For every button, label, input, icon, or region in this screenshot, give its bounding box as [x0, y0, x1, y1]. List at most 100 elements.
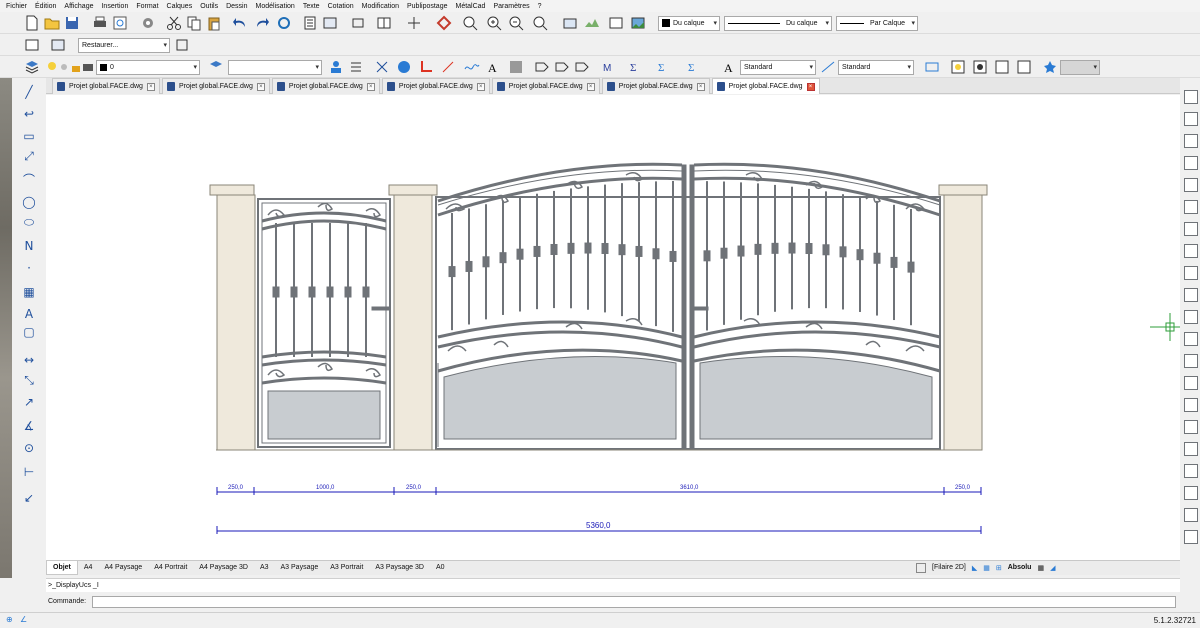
rectangle-icon[interactable]: [924, 59, 940, 75]
doc-tab-3[interactable]: Projet global.FACE.dwg ×: [381, 78, 490, 94]
insert-block-icon[interactable]: ▢: [20, 324, 38, 340]
regen-icon[interactable]: [276, 15, 292, 31]
zoom-out-icon[interactable]: [508, 15, 524, 31]
copy-icon[interactable]: [186, 15, 202, 31]
grid-toggle-icon[interactable]: ▦: [983, 564, 990, 572]
text-style-tool-icon[interactable]: A: [722, 59, 738, 75]
coord-mode[interactable]: Absolu: [1008, 564, 1032, 571]
sum-alt-icon[interactable]: Σ: [656, 59, 672, 75]
grid-icon[interactable]: ▦: [1037, 564, 1044, 572]
layout-tab-8[interactable]: A3 Paysage 3D: [369, 561, 430, 575]
baseline-dim-icon[interactable]: ⊢: [20, 464, 38, 480]
move-icon[interactable]: [1184, 134, 1198, 148]
nurbs-icon[interactable]: N: [20, 238, 38, 254]
color-combo[interactable]: Du calque ▾: [658, 16, 720, 31]
terrain-icon[interactable]: [584, 15, 600, 31]
doc-tab-4[interactable]: Projet global.FACE.dwg ×: [491, 78, 600, 94]
layer-plot-icon[interactable]: [80, 59, 96, 75]
layer-previous-icon[interactable]: [208, 59, 224, 75]
view-restore-icon[interactable]: [50, 37, 66, 53]
layout-tab-4[interactable]: A4 Paysage 3D: [193, 561, 254, 575]
close-icon[interactable]: ×: [586, 82, 595, 91]
copy-tool-icon[interactable]: [1184, 112, 1198, 126]
print-icon[interactable]: [92, 15, 108, 31]
close-icon[interactable]: ×: [366, 82, 375, 91]
offset-icon[interactable]: [1184, 222, 1198, 236]
lineweight-combo[interactable]: Par Calque ▾: [836, 16, 918, 31]
star-icon[interactable]: [1042, 59, 1058, 75]
leader-icon[interactable]: ↙: [20, 490, 38, 506]
drawing-canvas[interactable]: 250,0 1000,0 250,0 3610,0 250,0 5360,0: [46, 95, 1180, 560]
menu-item-13[interactable]: MétalCad: [455, 3, 485, 10]
menu-item-7[interactable]: Dessin: [226, 3, 247, 10]
menu-item-6[interactable]: Outils: [200, 3, 218, 10]
pan-realtime-icon[interactable]: [462, 15, 478, 31]
doc-tab-6[interactable]: Projet global.FACE.dwg ×: [711, 78, 820, 94]
point-icon[interactable]: ·: [20, 260, 38, 276]
menu-item-0[interactable]: Fichier: [6, 3, 27, 10]
gear-icon[interactable]: [140, 15, 156, 31]
linear-dim-icon[interactable]: ↔: [20, 352, 38, 368]
view-manager-icon[interactable]: [24, 37, 40, 53]
rotate-icon[interactable]: [1184, 156, 1198, 170]
circle-icon[interactable]: ◯: [20, 194, 38, 210]
list-icon[interactable]: [348, 59, 364, 75]
open-folder-icon[interactable]: [44, 15, 60, 31]
array-icon[interactable]: [1184, 310, 1198, 324]
spline-icon[interactable]: ⌒: [20, 172, 38, 188]
zoom-in-icon[interactable]: [486, 15, 502, 31]
mirror-icon[interactable]: [1184, 288, 1198, 302]
named-views-icon[interactable]: [562, 15, 578, 31]
lengthen-icon[interactable]: [1184, 486, 1198, 500]
text-style-icon[interactable]: A: [486, 59, 502, 75]
stretch-icon[interactable]: [1184, 200, 1198, 214]
fillet-rect-icon[interactable]: [1184, 508, 1198, 522]
properties-icon[interactable]: [302, 15, 318, 31]
align-icon[interactable]: [1184, 420, 1198, 434]
erase-icon[interactable]: [1184, 90, 1198, 104]
doc-tab-2[interactable]: Projet global.FACE.dwg ×: [271, 78, 380, 94]
arrow-tag-icon[interactable]: [554, 59, 570, 75]
menu-item-3[interactable]: Insertion: [101, 3, 128, 10]
hatch-icon[interactable]: [508, 59, 524, 75]
menu-item-1[interactable]: Édition: [35, 3, 56, 10]
save-icon[interactable]: [64, 15, 80, 31]
layout-tab-7[interactable]: A3 Portrait: [324, 561, 369, 575]
scale-icon[interactable]: [1184, 398, 1198, 412]
explode-icon[interactable]: [1184, 244, 1198, 258]
restore-view-combo[interactable]: Restaurer... ▾: [78, 38, 170, 53]
menu-item-5[interactable]: Calques: [167, 3, 193, 10]
chamfer-icon[interactable]: [1184, 376, 1198, 390]
line-icon[interactable]: ╱: [20, 84, 38, 100]
close-icon[interactable]: ×: [256, 82, 265, 91]
layout-tab-2[interactable]: A4 Paysage: [98, 561, 148, 575]
layout-tab-3[interactable]: A4 Portrait: [148, 561, 193, 575]
layers-icon[interactable]: [24, 59, 40, 75]
snap-diamond-icon[interactable]: [436, 15, 452, 31]
linetype-combo[interactable]: Du calque ▾: [724, 16, 832, 31]
dim-style-combo[interactable]: Standard ▾: [838, 60, 914, 75]
cut-icon[interactable]: [166, 15, 182, 31]
model-icon[interactable]: [916, 562, 926, 573]
design-center-icon[interactable]: [322, 15, 338, 31]
ucs-toggle-icon[interactable]: ◣: [972, 564, 977, 572]
layout-tab-6[interactable]: A3 Paysage: [275, 561, 325, 575]
menu-item-9[interactable]: Texte: [303, 3, 320, 10]
viewports-icon[interactable]: [376, 15, 392, 31]
render-icon[interactable]: [1016, 59, 1032, 75]
doc-tab-1[interactable]: Projet global.FACE.dwg ×: [161, 78, 270, 94]
redo-icon[interactable]: [254, 15, 270, 31]
new-view-icon[interactable]: [174, 37, 190, 53]
text-icon[interactable]: A: [20, 306, 38, 322]
layer-combo[interactable]: 0 ▾: [96, 60, 200, 75]
new-file-icon[interactable]: [24, 15, 40, 31]
paste-icon[interactable]: [206, 15, 222, 31]
radius-dim-icon[interactable]: ↗: [20, 394, 38, 410]
doc-tab-0[interactable]: Projet global.FACE.dwg ×: [52, 78, 160, 94]
menu-item-12[interactable]: Publipostage: [407, 3, 447, 10]
osnap-icon[interactable]: ⊕: [6, 615, 13, 624]
snap-toggle-icon[interactable]: ⊞: [996, 564, 1002, 572]
3d-icon[interactable]: [440, 59, 456, 75]
corner-icon[interactable]: [418, 59, 434, 75]
view-mode[interactable]: [Filaire 2D]: [932, 564, 966, 571]
